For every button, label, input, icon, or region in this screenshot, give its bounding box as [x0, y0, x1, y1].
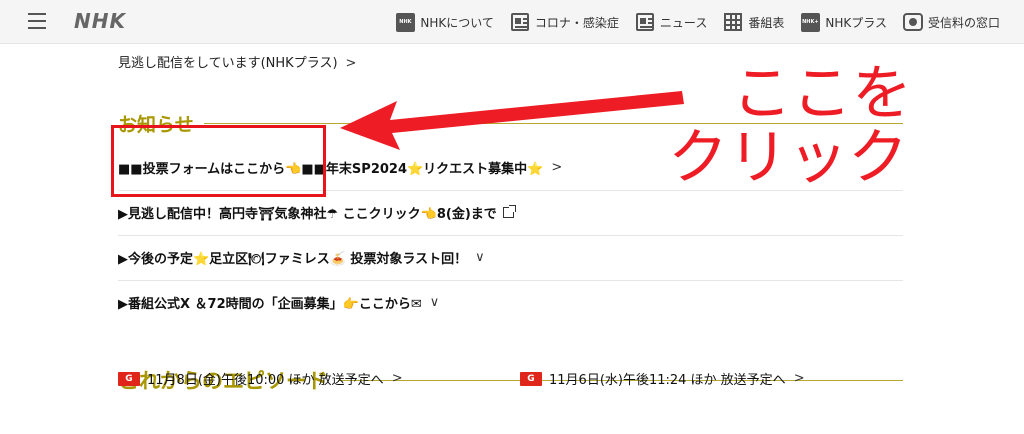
annotation-text-line2: クリック [668, 123, 908, 193]
annotation-text-line1: ここを [732, 59, 912, 129]
